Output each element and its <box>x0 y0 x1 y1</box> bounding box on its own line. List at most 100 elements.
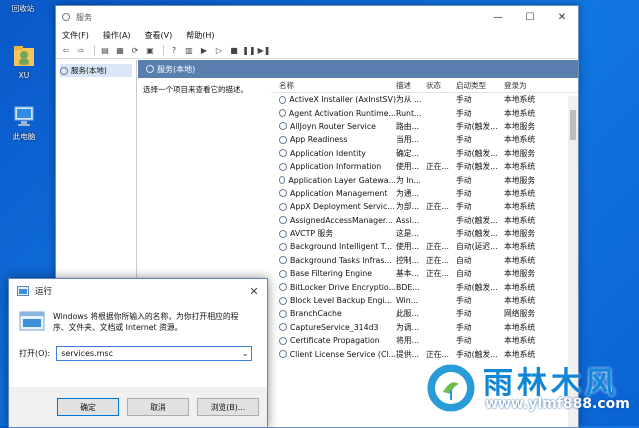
column-header-logon[interactable]: 登录为 <box>504 80 560 91</box>
service-status: 正在... <box>426 269 450 279</box>
desktop-icon-this-pc[interactable]: 此电脑 <box>4 104 44 142</box>
minimize-button[interactable]: — <box>482 12 514 23</box>
play-alt-icon[interactable]: ▷ <box>213 45 225 56</box>
service-status: 正在... <box>426 255 450 265</box>
maximize-button[interactable]: ☐ <box>514 12 546 23</box>
back-arrow-icon[interactable]: ⇦ <box>60 45 72 56</box>
chevron-down-icon[interactable]: ⌄ <box>239 349 251 358</box>
service-startup: 手动 <box>456 108 472 118</box>
service-name: BranchCache <box>290 309 342 319</box>
view-icon[interactable]: ▥ <box>183 45 195 56</box>
column-header-name[interactable]: 名称 <box>271 80 396 91</box>
gear-icon <box>279 336 287 345</box>
table-row[interactable]: AVCTP 服务 这是... 手动(触发... 本地服务 <box>271 227 578 240</box>
service-startup: 手动 <box>456 309 472 319</box>
stop-icon[interactable]: ■ <box>228 45 240 56</box>
close-button[interactable]: ✕ <box>546 12 578 23</box>
service-name: Application Layer Gatewa... <box>288 175 396 185</box>
tree-item-services-local[interactable]: 服务(本地) <box>60 64 132 77</box>
watermark-logo-icon <box>424 361 478 415</box>
restart-icon[interactable]: ▶❚ <box>258 45 271 56</box>
browse-button[interactable]: 浏览(B)... <box>197 398 259 416</box>
menu-help[interactable]: 帮助(H) <box>186 30 214 41</box>
service-name: Application Management <box>290 188 388 198</box>
service-desc: 为 In... <box>396 175 421 185</box>
service-logon: 本地系统 <box>504 255 536 265</box>
table-row[interactable]: Application Information 使用... 正在... 手动(触发..… <box>271 160 578 173</box>
description-prompt: 选择一个项目来查看它的描述。 <box>143 85 248 94</box>
service-logon: 本地系统 <box>504 95 536 105</box>
table-row[interactable]: Background Intelligent T... 使用... 正在... 自动(… <box>271 240 578 253</box>
service-name: Agent Activation Runtime... <box>288 108 396 118</box>
desktop-icon-recycle-bin[interactable]: 回收站 <box>3 0 43 14</box>
console-tree-icon[interactable]: ▤ <box>99 45 111 56</box>
table-row[interactable]: AllJoyn Router Service 路由... 手动(触发... 本地服务 <box>271 120 578 133</box>
table-row[interactable]: Block Level Backup Engi... Win... 手动 本地系统 <box>271 294 578 307</box>
service-name: Application Identity <box>290 148 366 158</box>
cancel-button[interactable]: 取消 <box>127 398 189 416</box>
export-icon[interactable]: ▣ <box>144 45 156 56</box>
pause-icon[interactable]: ❚❚ <box>242 45 255 56</box>
run-close-button[interactable]: ✕ <box>241 285 267 298</box>
service-startup: 手动(触发... <box>456 148 498 158</box>
column-header-status[interactable]: 状态 <box>426 80 456 91</box>
table-row[interactable]: Background Tasks Infras... 控制... 正在... 自动 本地… <box>271 254 578 267</box>
service-startup: 手动 <box>456 336 472 346</box>
service-startup: 手动(触发... <box>456 121 498 131</box>
table-row[interactable]: App Readiness 当用... 手动 本地系统 <box>271 133 578 146</box>
service-logon: 本地系统 <box>504 322 536 332</box>
desktop-icon-user-folder[interactable]: XU <box>4 44 44 80</box>
ok-button[interactable]: 确定 <box>57 398 119 416</box>
service-name: Application Information <box>290 162 382 172</box>
table-row[interactable]: BranchCache 此服... 手动 网络服务 <box>271 307 578 320</box>
service-name: AVCTP 服务 <box>290 229 334 239</box>
service-startup: 手动 <box>456 188 472 198</box>
service-name-cell: Background Intelligent T... <box>271 242 396 251</box>
service-status: 正在... <box>426 242 450 252</box>
service-logon: 本地服务 <box>504 148 536 158</box>
table-row[interactable]: Certificate Propagation 将用... 手动 本地系统 <box>271 334 578 347</box>
service-logon: 本地系统 <box>504 215 536 225</box>
column-header-startup[interactable]: 启动类型 <box>456 80 504 91</box>
table-row[interactable]: ActiveX Installer (AxInstSV) 为从 ... 手动 本地系统 <box>271 93 578 106</box>
table-row[interactable]: Agent Activation Runtime... Runt... 手动 本地系统 <box>271 106 578 119</box>
gear-icon <box>279 256 287 265</box>
services-titlebar[interactable]: 服务 — ☐ ✕ <box>56 6 578 28</box>
toolbar: ⇦ ⇨ ▤ ▦ ⟳ ▣ ? ▥ ▶ ▷ ■ ❚❚ ▶❚ <box>56 42 578 59</box>
menu-file[interactable]: 文件(F) <box>62 30 89 41</box>
play-icon[interactable]: ▶ <box>198 45 210 56</box>
column-header-desc[interactable]: 描述 <box>396 80 426 91</box>
run-command-input[interactable]: services.msc ⌄ <box>56 346 253 361</box>
table-row[interactable]: BitLocker Drive Encryptio... BDE... 手动(触发.… <box>271 280 578 293</box>
service-logon: 本地系统 <box>504 282 536 292</box>
help-icon[interactable]: ? <box>168 45 180 56</box>
service-desc: Runt... <box>396 108 422 118</box>
scrollbar-thumb[interactable] <box>570 110 576 140</box>
run-dialog: 运行 ✕ Windows 将根据你所输入的名称，为你打开相应的程序、文件夹、文档… <box>8 278 268 428</box>
refresh-icon[interactable]: ⟳ <box>129 45 141 56</box>
run-titlebar[interactable]: 运行 ✕ <box>9 279 267 303</box>
table-row[interactable]: Base Filtering Engine 基本... 正在... 自动 本地服务 <box>271 267 578 280</box>
service-name-cell: Application Identity <box>271 149 396 158</box>
menu-view[interactable]: 查看(V) <box>145 30 173 41</box>
table-row[interactable]: AssignedAccessManager... Assi... 手动(触发... 本… <box>271 214 578 227</box>
run-program-icon <box>19 311 45 333</box>
service-logon: 本地服务 <box>504 229 536 239</box>
service-desc: 为调... <box>396 322 420 332</box>
service-name: ActiveX Installer (AxInstSV) <box>289 95 396 105</box>
table-row[interactable]: Application Layer Gatewa... 为 In... 手动 本地服务 <box>271 173 578 186</box>
gear-icon <box>279 269 287 278</box>
service-desc: 使用... <box>396 242 420 252</box>
gear-icon <box>60 66 68 75</box>
service-startup: 手动 <box>456 322 472 332</box>
gear-icon <box>279 122 287 131</box>
service-logon: 本地系统 <box>504 242 536 252</box>
table-row[interactable]: AppX Deployment Servic... 为部... 正在... 手动 本地系… <box>271 200 578 213</box>
forward-arrow-icon[interactable]: ⇨ <box>75 45 87 56</box>
service-name: BitLocker Drive Encryptio... <box>289 282 396 292</box>
table-row[interactable]: Application Management 为通... 手动 本地系统 <box>271 187 578 200</box>
properties-icon[interactable]: ▦ <box>114 45 126 56</box>
menu-action[interactable]: 操作(A) <box>103 30 131 41</box>
table-row[interactable]: Application Identity 确定... 手动(触发... 本地服务 <box>271 147 578 160</box>
table-row[interactable]: CaptureService_314d3 为调... 手动 本地系统 <box>271 321 578 334</box>
